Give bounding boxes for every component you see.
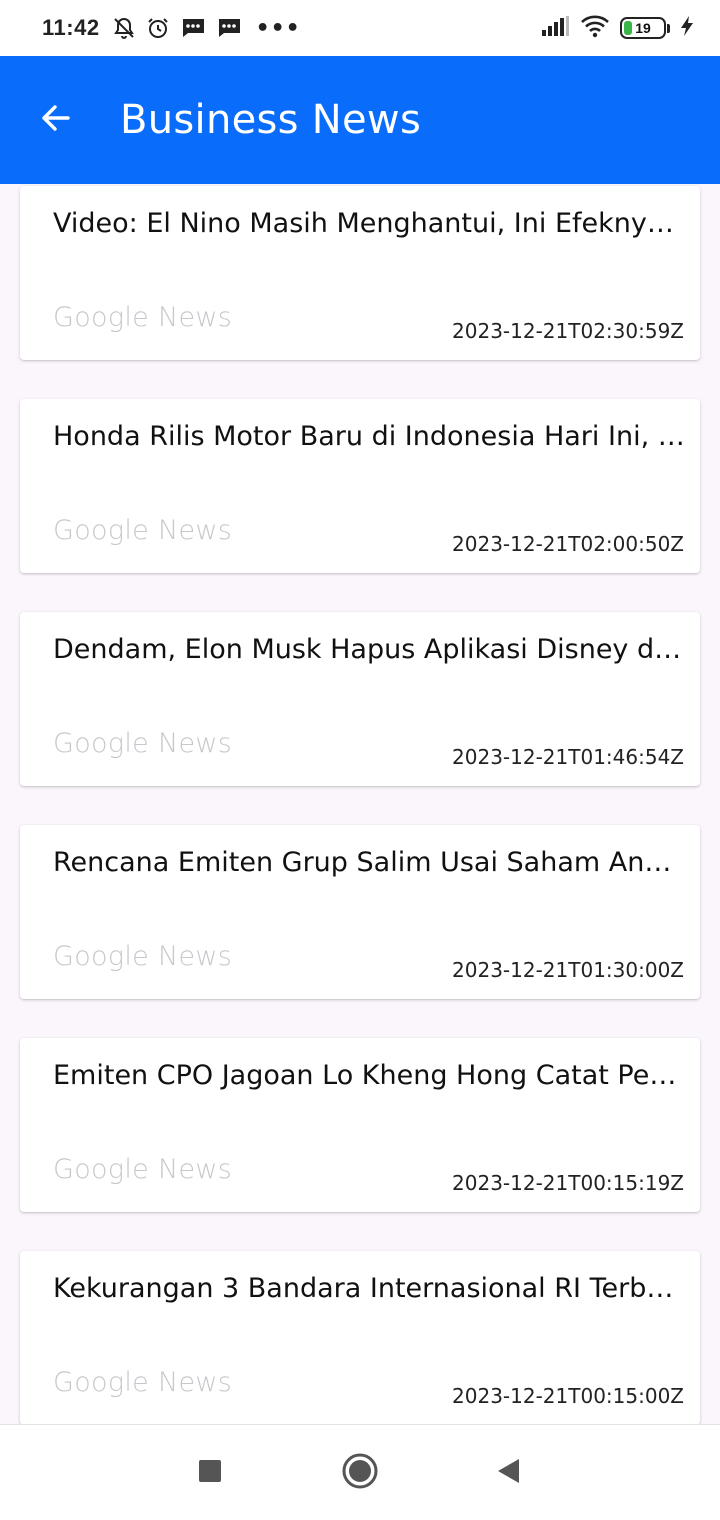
news-list: Video: El Nino Masih Menghantui, Ini Efe… <box>0 184 720 1424</box>
status-bar: 11:42 ••• 19 <box>0 0 720 56</box>
wifi-icon <box>580 14 610 42</box>
news-source: Google News <box>53 515 233 546</box>
system-nav-bar <box>0 1424 720 1520</box>
news-title: Kekurangan 3 Bandara Internasional RI Te… <box>53 1273 685 1304</box>
news-source: Google News <box>53 1154 233 1185</box>
news-title: Dendam, Elon Musk Hapus Aplikasi Disney … <box>53 634 685 665</box>
news-timestamp: 2023-12-21T01:30:00Z <box>452 958 684 982</box>
charging-bolt-icon <box>680 15 694 41</box>
home-button[interactable] <box>338 1451 382 1495</box>
arrow-back-icon <box>38 100 74 140</box>
news-title: Honda Rilis Motor Baru di Indonesia Hari… <box>53 421 685 452</box>
news-card[interactable]: Dendam, Elon Musk Hapus Aplikasi Disney … <box>20 612 700 786</box>
news-card[interactable]: Rencana Emiten Grup Salim Usai Saham Ana… <box>20 825 700 999</box>
battery-icon: 19 <box>620 17 670 39</box>
news-card[interactable]: Kekurangan 3 Bandara Internasional RI Te… <box>20 1251 700 1424</box>
back-button[interactable] <box>0 56 112 184</box>
news-card[interactable]: Video: El Nino Masih Menghantui, Ini Efe… <box>20 186 700 360</box>
triangle-back-icon <box>495 1457 521 1489</box>
battery-level: 19 <box>635 20 651 36</box>
alarm-clock-icon <box>146 16 170 40</box>
news-timestamp: 2023-12-21T01:46:54Z <box>452 745 684 769</box>
signal-icon <box>540 15 570 41</box>
message-icon <box>180 16 206 40</box>
news-title: Video: El Nino Masih Menghantui, Ini Efe… <box>53 208 685 239</box>
battery-fill <box>624 21 632 35</box>
more-notifications-icon: ••• <box>255 15 301 41</box>
app-bar: Business News <box>0 56 720 184</box>
news-card[interactable]: Honda Rilis Motor Baru di Indonesia Hari… <box>20 399 700 573</box>
news-card[interactable]: Emiten CPO Jagoan Lo Kheng Hong Catat Pe… <box>20 1038 700 1212</box>
message-icon <box>216 16 242 40</box>
news-timestamp: 2023-12-21T02:30:59Z <box>452 319 684 343</box>
news-source: Google News <box>53 1367 233 1398</box>
circle-home-icon <box>341 1452 379 1494</box>
status-time: 11:42 <box>42 15 100 40</box>
news-timestamp: 2023-12-21T00:15:00Z <box>452 1384 684 1408</box>
news-title: Emiten CPO Jagoan Lo Kheng Hong Catat Pe… <box>53 1060 685 1091</box>
screen: 11:42 ••• 19 Business News Video: El Nin… <box>0 0 720 1520</box>
bell-muted-icon <box>112 16 136 40</box>
news-source: Google News <box>53 941 233 972</box>
news-timestamp: 2023-12-21T02:00:50Z <box>452 532 684 556</box>
news-title: Rencana Emiten Grup Salim Usai Saham Ana… <box>53 847 685 878</box>
page-title: Business News <box>120 97 422 143</box>
news-timestamp: 2023-12-21T00:15:19Z <box>452 1171 684 1195</box>
news-source: Google News <box>53 728 233 759</box>
system-back-button[interactable] <box>486 1451 530 1495</box>
status-system-icons: 19 <box>540 14 694 42</box>
square-recents-icon <box>198 1459 222 1487</box>
news-source: Google News <box>53 302 233 333</box>
status-notification-icons <box>112 16 242 40</box>
recents-button[interactable] <box>188 1451 232 1495</box>
